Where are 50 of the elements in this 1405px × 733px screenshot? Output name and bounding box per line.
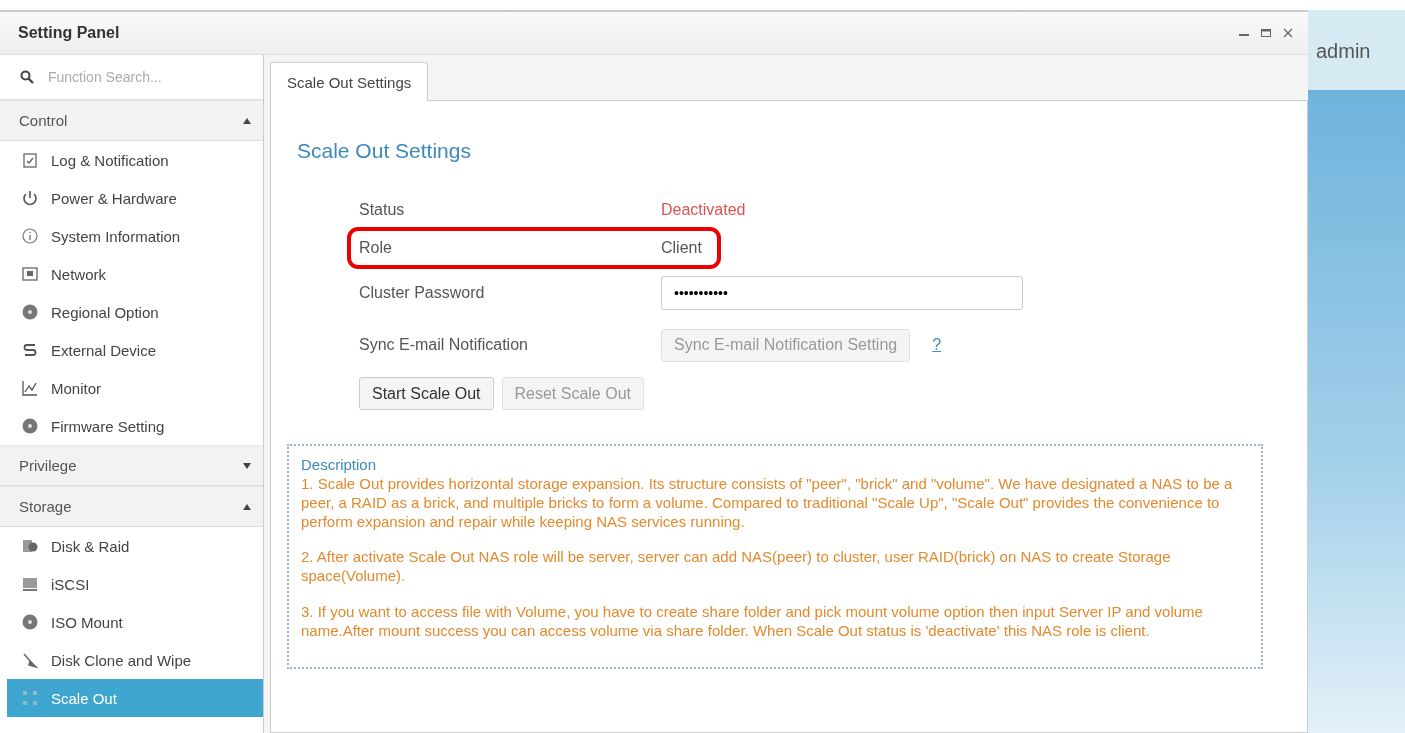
- menu-icon: [21, 575, 39, 593]
- menu-icon: [21, 379, 39, 397]
- menu-icon: [21, 265, 39, 283]
- field-value: Client: [661, 239, 702, 257]
- field-label: Status: [359, 201, 406, 219]
- menu-icon: [21, 189, 39, 207]
- sidebar-item[interactable]: System Information: [0, 217, 263, 255]
- collapse-icon: [243, 503, 251, 510]
- menu-icon: [21, 417, 39, 435]
- sidebar-item[interactable]: Monitor: [0, 369, 263, 407]
- description-paragraph: 3. If you want to access file with Volume, you have to create share folder and pick mount volume option then input Server IP and volume name.After mount success you can access volume via share folder. When Scale Out status is 'deactivate' this NAS role is client.: [301, 602, 1204, 641]
- menu-icon: [21, 151, 39, 169]
- description-title: Description: [301, 456, 378, 473]
- field-label: Cluster Password: [359, 284, 486, 302]
- sidebar-item[interactable]: ISO Mount: [0, 603, 263, 641]
- tab[interactable]: Scale Out Settings: [270, 62, 429, 101]
- sidebar-item[interactable]: Disk & Raid: [0, 527, 263, 565]
- sidebar-item[interactable]: Firmware Setting: [0, 407, 263, 445]
- section-header[interactable]: Storage: [0, 486, 263, 527]
- menu-icon: [21, 341, 39, 359]
- sidebar-item[interactable]: Power & Hardware: [0, 179, 263, 217]
- close-icon[interactable]: [1282, 27, 1294, 39]
- field-value: Deactivated: [661, 201, 746, 219]
- menu-icon: [21, 651, 39, 669]
- field-label: Sync E-mail Notification: [359, 336, 529, 354]
- description-paragraph: 1. Scale Out provides horizontal storage expansion. Its structure consists of "peer", "brick" and "volume". We have designated a NAS to be a peer, a RAID as a brick, and multiple bricks to form a volume. Compared to traditional "Scale Up", "Scale Out" provides the convenience to perform expansion and repair while keeping NAS services running.: [301, 475, 1234, 532]
- collapse-icon: [243, 117, 251, 124]
- sidebar-item[interactable]: External Device: [0, 331, 263, 369]
- menu-icon: [21, 227, 39, 245]
- maximize-icon[interactable]: [1260, 27, 1272, 39]
- menu-icon: [21, 537, 39, 555]
- field-label: Role: [359, 239, 393, 257]
- section-header[interactable]: Privilege: [0, 445, 263, 486]
- action-button[interactable]: Start Scale Out: [359, 377, 494, 410]
- description-paragraph: 2. After activate Scale Out NAS role will be server, server can add NAS(peer) to cluster, user RAID(brick) on NAS to create Storage space(Volume).: [301, 548, 1172, 586]
- sidebar-item[interactable]: Disk Clone and Wipe: [0, 641, 263, 679]
- sidebar-item[interactable]: Log & Notification: [0, 141, 263, 179]
- menu-icon: [21, 689, 39, 707]
- password-field[interactable]: •••••••••••: [661, 276, 1023, 310]
- search-icon: [20, 70, 34, 84]
- menu-icon: [21, 303, 39, 321]
- menu-icon: [21, 613, 39, 631]
- expand-icon: [243, 462, 251, 469]
- username: admin: [1308, 10, 1405, 90]
- section-header[interactable]: Control: [0, 100, 263, 141]
- page-heading: Scale Out Settings: [297, 139, 472, 163]
- sidebar-item[interactable]: Regional Option: [0, 293, 263, 331]
- sidebar-item[interactable]: Network: [0, 255, 263, 293]
- sidebar-item[interactable]: iSCSI: [0, 565, 263, 603]
- window-title: Setting Panel: [18, 24, 120, 42]
